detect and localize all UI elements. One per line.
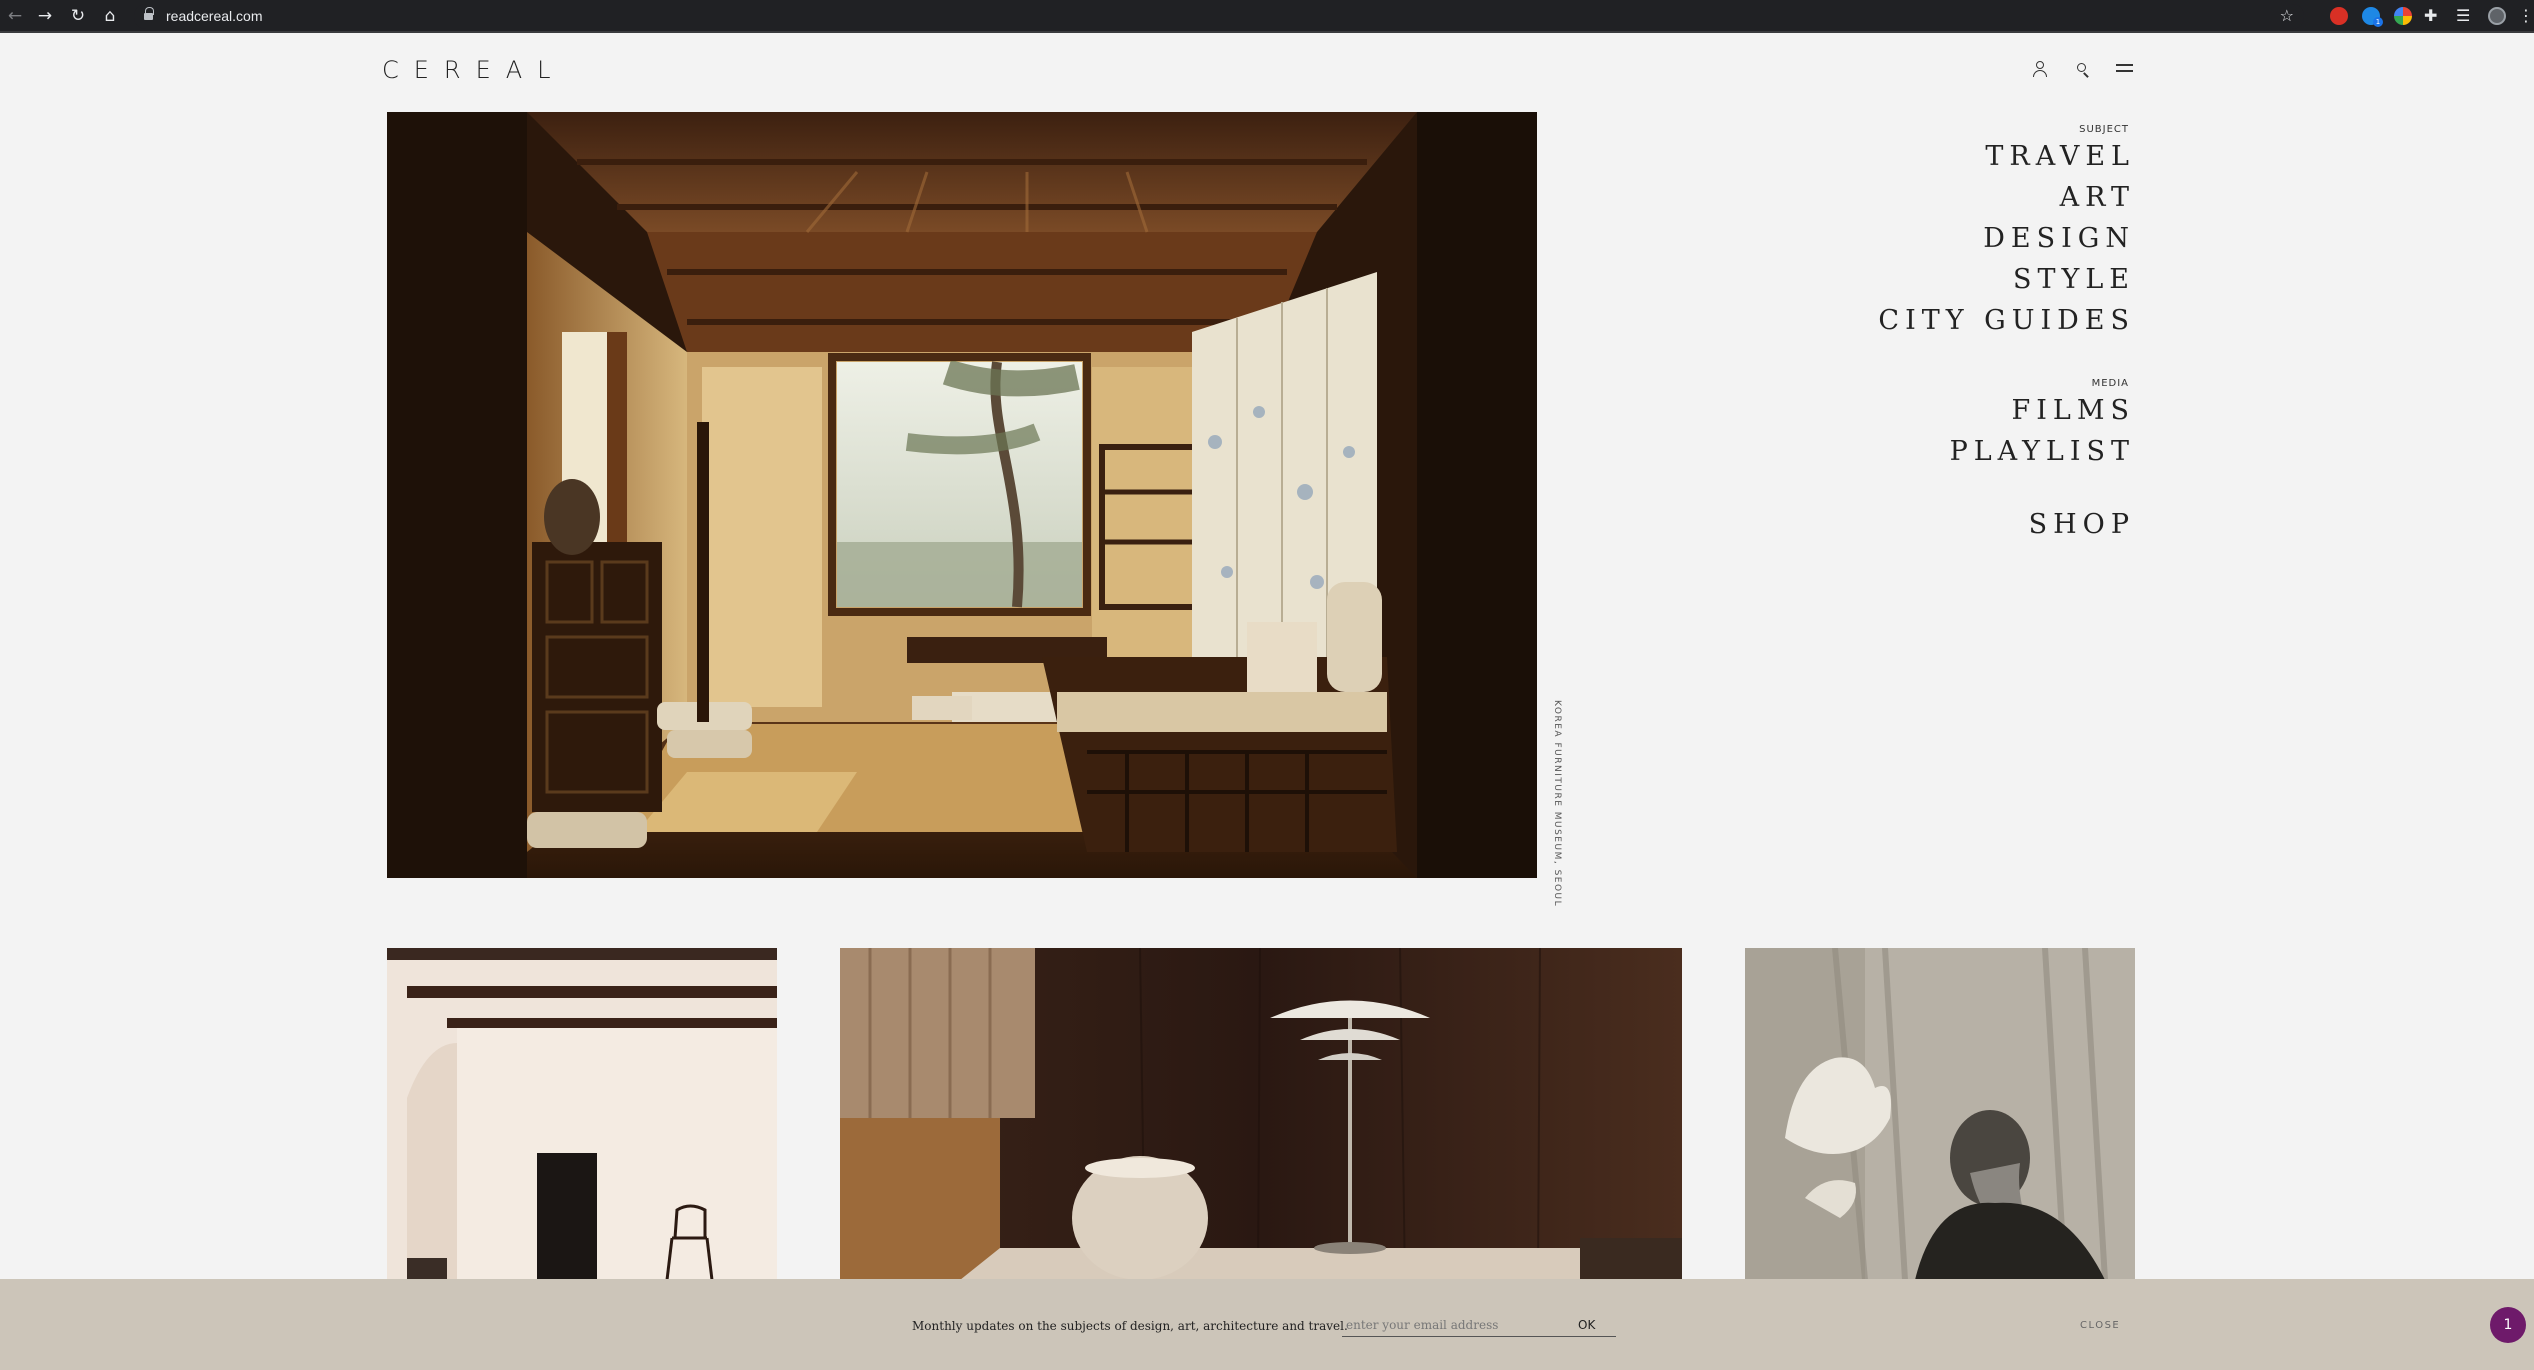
reading-list-icon[interactable]: ☰ bbox=[2456, 6, 2470, 26]
address-url[interactable]: readcereal.com bbox=[166, 7, 263, 25]
address-bar[interactable]: readcereal.com ☆ bbox=[134, 4, 2304, 29]
home-icon[interactable]: ⌂ bbox=[99, 5, 121, 27]
menu-item-city-guides[interactable]: CITY GUIDES bbox=[1878, 300, 2135, 341]
menu-item-style[interactable]: STYLE bbox=[1878, 259, 2135, 300]
menu-item-design[interactable]: DESIGN bbox=[1878, 218, 2135, 259]
newsletter-close-button[interactable]: CLOSE bbox=[2080, 1319, 2120, 1333]
menu-section-subject: SUBJECT bbox=[2079, 124, 2129, 135]
profile-avatar-icon[interactable] bbox=[2488, 7, 2506, 25]
search-icon[interactable] bbox=[2073, 60, 2093, 80]
lock-icon bbox=[144, 7, 154, 22]
menu-item-travel[interactable]: TRAVEL bbox=[1878, 136, 2135, 177]
newsletter-ok-button[interactable]: OK bbox=[1578, 1317, 1595, 1333]
browser-menu-icon[interactable]: ⋮ bbox=[2518, 6, 2534, 26]
extension-color-wheel-icon[interactable] bbox=[2394, 7, 2412, 25]
reload-icon[interactable]: ↻ bbox=[67, 5, 89, 27]
article-thumbnail-lamp[interactable] bbox=[840, 948, 1682, 1280]
account-icon[interactable] bbox=[2030, 60, 2050, 80]
main-menu: SUBJECT TRAVEL ART DESIGN STYLE CITY GUI… bbox=[1878, 124, 2129, 545]
hero-image[interactable] bbox=[387, 112, 1537, 878]
hero-caption: KOREA FURNITURE MUSEUM, SEOUL bbox=[1552, 700, 1562, 908]
extensions-puzzle-icon[interactable]: ✚ bbox=[2424, 6, 2437, 26]
menu-item-shop[interactable]: SHOP bbox=[1878, 504, 2135, 545]
browser-toolbar: ← → ↻ ⌂ readcereal.com ☆ 1 ✚ ☰ ⋮ bbox=[0, 0, 2534, 33]
menu-section-media: MEDIA bbox=[2091, 378, 2129, 389]
notification-badge[interactable]: 1 bbox=[2490, 1307, 2526, 1343]
extension-blue-icon[interactable]: 1 bbox=[2362, 7, 2383, 27]
hamburger-menu-icon[interactable] bbox=[2116, 60, 2136, 80]
menu-item-art[interactable]: ART bbox=[1878, 177, 2135, 218]
bookmark-star-icon[interactable]: ☆ bbox=[2280, 6, 2294, 25]
extension-badge: 1 bbox=[2373, 17, 2383, 27]
back-arrow-icon[interactable]: ← bbox=[4, 5, 26, 27]
article-thumbnail-interior[interactable] bbox=[387, 948, 777, 1280]
extension-red-icon[interactable] bbox=[2330, 7, 2348, 25]
forward-arrow-icon[interactable]: → bbox=[34, 5, 56, 27]
newsletter-bar: Monthly updates on the subjects of desig… bbox=[0, 1279, 2534, 1370]
article-thumbnail-sculptor[interactable] bbox=[1745, 948, 2135, 1280]
site-logo[interactable]: CEREAL bbox=[382, 55, 566, 85]
menu-item-films[interactable]: FILMS bbox=[1878, 390, 2135, 431]
newsletter-message: Monthly updates on the subjects of desig… bbox=[912, 1319, 1348, 1333]
newsletter-email-input[interactable] bbox=[1342, 1313, 1616, 1337]
menu-item-playlist[interactable]: PLAYLIST bbox=[1878, 431, 2135, 472]
